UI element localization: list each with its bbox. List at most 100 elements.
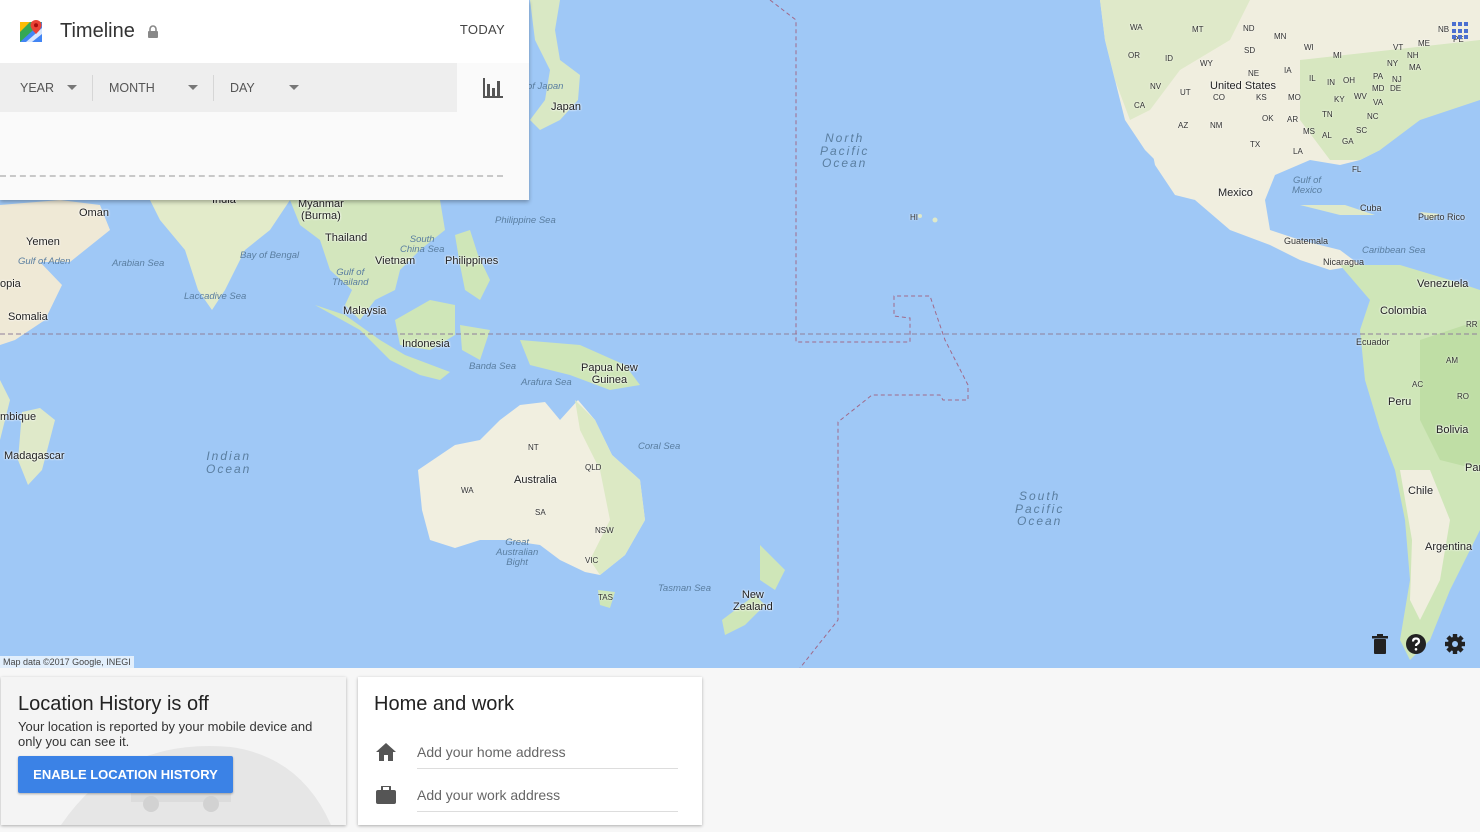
map-label-new-zealand: New Zealand (733, 589, 773, 613)
google-maps-icon (20, 19, 44, 44)
map-label-hi: HI (910, 213, 918, 222)
map-label-philippines: Philippines (445, 255, 499, 267)
map-label-oh: OH (1343, 76, 1355, 85)
map-label-guatemala: Guatemala (1284, 236, 1329, 246)
day-select[interactable]: DAY (214, 74, 314, 102)
map-label-va: VA (1373, 98, 1384, 107)
month-select-label: MONTH (109, 80, 155, 95)
map-label-qld: QLD (585, 463, 602, 472)
map-label-sea-of-japan: of Japan (527, 81, 564, 92)
map-label-south-pacific: South Pacific Ocean (1015, 489, 1065, 529)
work-address-input[interactable] (417, 778, 678, 812)
map-label-ca: CA (1134, 101, 1146, 110)
map-label-gulf-of-thailand: Gulf of Thailand (332, 267, 369, 288)
map-label-myanmar: Myanmar (Burma) (298, 198, 344, 222)
map-label-ok: OK (1262, 114, 1274, 123)
map-label-sc: SC (1356, 126, 1368, 135)
map-label-ac: AC (1412, 380, 1424, 389)
map-label-mt: MT (1192, 25, 1204, 34)
map-label-nm: NM (1210, 121, 1223, 130)
stats-button[interactable] (457, 63, 529, 112)
map-label-nc: NC (1367, 112, 1379, 121)
chevron-down-icon (188, 85, 198, 90)
map-label-arafura-sea: Arafura Sea (521, 377, 572, 388)
map-label-philippine-sea: Philippine Sea (495, 215, 556, 226)
chevron-down-icon (289, 85, 299, 90)
map-label-ethiopia: opia (0, 278, 21, 290)
map-label-somalia: Somalia (8, 311, 48, 323)
map-label-fl: FL (1352, 165, 1362, 174)
map-label-ny: NY (1387, 59, 1399, 68)
map-label-de: DE (1390, 84, 1402, 93)
timeline-panel: Timeline TODAY YEAR MONTH DAY (0, 0, 529, 200)
map-label-ne: NE (1248, 69, 1260, 78)
map-label-vt: VT (1393, 43, 1404, 52)
home-work-title: Home and work (374, 693, 515, 715)
map-label-ia: IA (1284, 66, 1292, 75)
trash-icon[interactable] (1371, 634, 1389, 654)
map-label-banda-sea: Banda Sea (469, 361, 517, 372)
map-label-south-china-sea: South China Sea (400, 234, 445, 255)
map-label-wy: WY (1200, 59, 1213, 68)
map-label-pa: PA (1373, 72, 1384, 81)
home-address-input[interactable] (417, 735, 678, 769)
map-label-mn: MN (1274, 32, 1287, 41)
map-label-great-australian-bight: Great Australian Bight (496, 537, 539, 568)
map-label-ecuador: Ecuador (1356, 337, 1390, 347)
bar-chart-icon (483, 77, 503, 98)
map-label-md: MD (1372, 84, 1385, 93)
map-label-wv: WV (1354, 92, 1367, 101)
map-label-nv: NV (1150, 82, 1162, 91)
map-label-malaysia: Malaysia (343, 305, 387, 317)
gear-icon[interactable] (1444, 633, 1466, 655)
today-button[interactable]: TODAY (460, 22, 505, 37)
date-selector-bar: YEAR MONTH DAY (0, 63, 457, 112)
map-label-ar: AR (1287, 115, 1299, 124)
map-label-in: IN (1327, 78, 1335, 87)
map-label-colombia: Colombia (1380, 305, 1427, 317)
map-label-ro: RO (1457, 392, 1469, 401)
map-label-north-pacific: North Pacific Ocean (820, 131, 870, 171)
map-label-mexico: Mexico (1218, 187, 1253, 199)
home-work-card: Home and work (358, 677, 702, 825)
map-label-cuba: Cuba (1360, 203, 1382, 213)
map-label-id: ID (1165, 54, 1173, 63)
map-label-ms: MS (1303, 127, 1315, 136)
timeline-header: Timeline TODAY (0, 0, 529, 63)
map-label-tasman-sea: Tasman Sea (658, 583, 711, 594)
map-label-nj: NJ (1392, 75, 1402, 84)
map-label-gulf-of-mexico: Gulf of Mexico (1292, 175, 1323, 196)
map-label-ks: KS (1256, 93, 1267, 102)
map-label-coral-sea: Coral Sea (638, 441, 681, 452)
map-label-gulf-of-aden: Gulf of Aden (18, 256, 71, 267)
map-label-nb: NB (1438, 25, 1450, 34)
home-icon (374, 740, 398, 764)
location-history-description: Your location is reported by your mobile… (18, 719, 313, 749)
map-label-venezuela: Venezuela (1417, 278, 1469, 290)
year-select[interactable]: YEAR (0, 74, 92, 102)
map-label-am: AM (1446, 356, 1458, 365)
apps-grid-icon[interactable] (1452, 22, 1470, 40)
help-icon[interactable] (1405, 633, 1427, 655)
work-address-row (374, 775, 678, 815)
home-address-row (374, 732, 678, 772)
map-attribution: Map data ©2017 Google, INEGI (0, 656, 134, 668)
day-select-label: DAY (230, 80, 255, 95)
map-label-mo: MO (1288, 93, 1301, 102)
month-select[interactable]: MONTH (93, 74, 213, 102)
map-label-az: AZ (1178, 121, 1189, 130)
map-label-tn: TN (1322, 110, 1333, 119)
map-label-rr: RR (1466, 320, 1478, 329)
map-label-nh: NH (1407, 51, 1419, 60)
enable-location-history-button[interactable]: ENABLE LOCATION HISTORY (18, 756, 233, 793)
map-label-indian-ocean: Indian Ocean (206, 449, 252, 476)
map-label-ky: KY (1334, 95, 1345, 104)
map-label-yemen: Yemen (26, 236, 60, 248)
map-label-peru: Peru (1388, 396, 1412, 408)
map-label-tas: TAS (598, 593, 613, 602)
map-label-sa: SA (535, 508, 546, 517)
map-label-laccadive-sea: Laccadive Sea (184, 291, 247, 302)
map-label-al: AL (1322, 131, 1332, 140)
bottom-panel: Location History is off Your location is… (0, 668, 1480, 832)
year-select-label: YEAR (20, 80, 55, 95)
